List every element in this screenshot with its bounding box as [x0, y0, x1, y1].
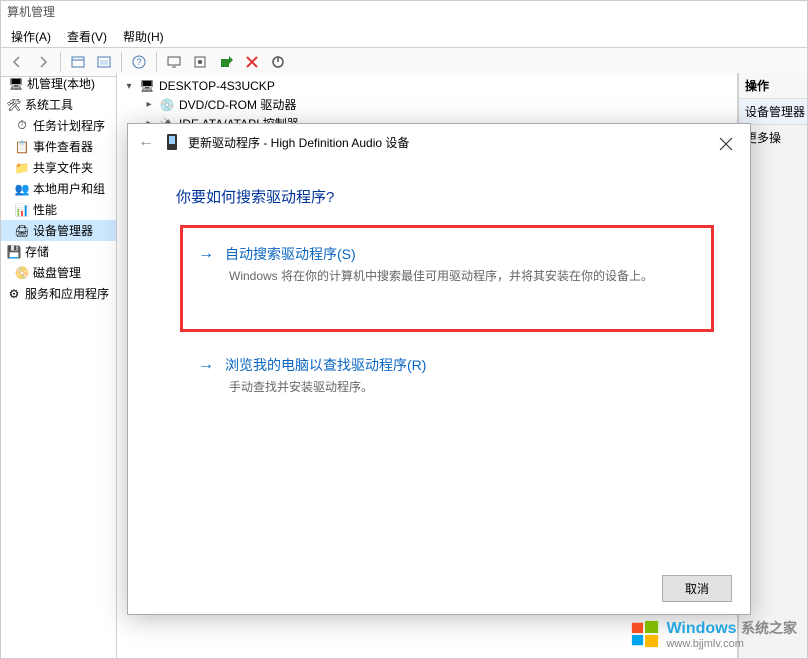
tree-services-apps[interactable]: ⚙ 服务和应用程序 [1, 283, 116, 304]
tree-root-local[interactable]: 🖥 机管理(本地) [1, 73, 116, 94]
update-driver-button[interactable] [214, 50, 238, 74]
update-driver-dialog: ← 更新驱动程序 - High Definition Audio 设备 你要如何… [127, 123, 751, 615]
menu-view[interactable]: 查看(V) [67, 28, 107, 45]
actions-header: 操作 [739, 73, 807, 99]
folder-icon: 📁 [15, 161, 29, 175]
tree-disk-mgmt[interactable]: 📀 磁盘管理 [1, 262, 116, 283]
tree-event-viewer[interactable]: 📋 事件查看器 [1, 136, 116, 157]
tree-device-manager[interactable]: 🖨 设备管理器 [1, 220, 116, 241]
help-button[interactable]: ? [127, 50, 151, 74]
tree-label: 事件查看器 [33, 138, 93, 155]
toolbar-separator [121, 52, 122, 72]
tree-label: 服务和应用程序 [25, 285, 109, 302]
close-icon [719, 137, 733, 151]
tree-performance[interactable]: 📊 性能 [1, 199, 116, 220]
uninstall-button[interactable] [240, 50, 264, 74]
tree-label: 任务计划程序 [33, 117, 105, 134]
option-auto-search-highlight: → 自动搜索驱动程序(S) Windows 将在你的计算机中搜索最佳可用驱动程序… [180, 225, 714, 332]
toolbar-separator [60, 52, 61, 72]
monitor-icon[interactable] [162, 50, 186, 74]
tree-label: 设备管理器 [33, 222, 93, 239]
properties-button[interactable] [92, 50, 116, 74]
cancel-button[interactable]: 取消 [662, 575, 732, 602]
option-auto-search[interactable]: → 自动搜索驱动程序(S) Windows 将在你的计算机中搜索最佳可用驱动程序… [197, 244, 697, 313]
clock-icon: ⏱ [15, 119, 29, 133]
menu-bar: 操作(A) 查看(V) 帮助(H) [1, 25, 807, 48]
tree-label: 本地用户和组 [33, 180, 105, 197]
chevron-down-icon[interactable]: ▾ [123, 81, 135, 92]
scan-hardware-button[interactable] [188, 50, 212, 74]
actions-category: 设备管理器 [739, 99, 807, 125]
tools-icon: 🛠 [7, 98, 21, 112]
tree-local-users[interactable]: 👥 本地用户和组 [1, 178, 116, 199]
event-icon: 📋 [15, 140, 29, 154]
disk-icon: 📀 [15, 266, 29, 280]
menu-help[interactable]: 帮助(H) [123, 28, 164, 45]
menu-action[interactable]: 操作(A) [11, 28, 51, 45]
disable-button[interactable] [266, 50, 290, 74]
tree-task-scheduler[interactable]: ⏱ 任务计划程序 [1, 115, 116, 136]
tree-label: 机管理(本地) [27, 75, 95, 92]
computer-icon: 🖥 [139, 78, 155, 94]
windows-logo-icon [630, 619, 660, 649]
tree-system-tools[interactable]: 🛠 系统工具 [1, 94, 116, 115]
users-icon: 👥 [15, 182, 29, 196]
device-category-dvd[interactable]: ▸ 💿 DVD/CD-ROM 驱动器 [123, 95, 731, 114]
option-title: 浏览我的电脑以查找驱动程序(R) [225, 355, 426, 375]
option-description: Windows 将在你的计算机中搜索最佳可用驱动程序，并将其安装在你的设备上。 [229, 268, 697, 285]
window-title: 算机管理 [1, 1, 807, 25]
tree-label: DESKTOP-4S3UCKP [159, 79, 275, 93]
watermark-sub: 系统之家 [741, 620, 797, 636]
tree-label: 系统工具 [25, 96, 73, 113]
device-tree-root[interactable]: ▾ 🖥 DESKTOP-4S3UCKP [123, 77, 731, 95]
back-icon[interactable]: ← [138, 133, 160, 151]
show-hide-tree-button[interactable] [66, 50, 90, 74]
computer-icon: 🖥 [9, 77, 23, 91]
dialog-heading: 你要如何搜索驱动程序? [176, 186, 750, 207]
tree-shared-folders[interactable]: 📁 共享文件夹 [1, 157, 116, 178]
chevron-right-icon[interactable]: ▸ [143, 99, 155, 110]
perf-icon: 📊 [15, 203, 29, 217]
nav-back-button[interactable] [5, 50, 29, 74]
tree-label: 磁盘管理 [33, 264, 81, 281]
storage-icon: 💾 [7, 245, 21, 259]
dvd-icon: 💿 [159, 97, 175, 113]
arrow-right-icon: → [197, 245, 215, 263]
option-title: 自动搜索驱动程序(S) [225, 244, 356, 264]
services-icon: ⚙ [7, 287, 21, 301]
watermark-brand: Windows [666, 620, 736, 637]
tree-label: DVD/CD-ROM 驱动器 [179, 96, 296, 113]
close-button[interactable] [712, 132, 740, 156]
watermark: Windows 系统之家 www.bjjmlv.com [630, 618, 797, 650]
tree-label: 存储 [25, 243, 49, 260]
watermark-url: www.bjjmlv.com [666, 638, 797, 650]
device-icon [162, 132, 182, 152]
tree-storage[interactable]: 💾 存储 [1, 241, 116, 262]
option-description: 手动查找并安装驱动程序。 [229, 379, 697, 396]
left-tree-pane: 🖥 机管理(本地) 🛠 系统工具 ⏱ 任务计划程序 📋 事件查看器 📁 共享文件夹 👥 本地… [1, 73, 117, 658]
dialog-title: 更新驱动程序 - High Definition Audio 设备 [188, 134, 409, 151]
toolbar-separator [156, 52, 157, 72]
nav-forward-button[interactable] [31, 50, 55, 74]
option-browse-computer[interactable]: → 浏览我的电脑以查找驱动程序(R) 手动查找并安装驱动程序。 [180, 350, 714, 401]
svg-text:?: ? [136, 57, 141, 67]
arrow-right-icon: → [197, 356, 215, 374]
tree-label: 共享文件夹 [33, 159, 93, 176]
device-icon: 🖨 [15, 224, 29, 238]
tree-label: 性能 [33, 201, 57, 218]
